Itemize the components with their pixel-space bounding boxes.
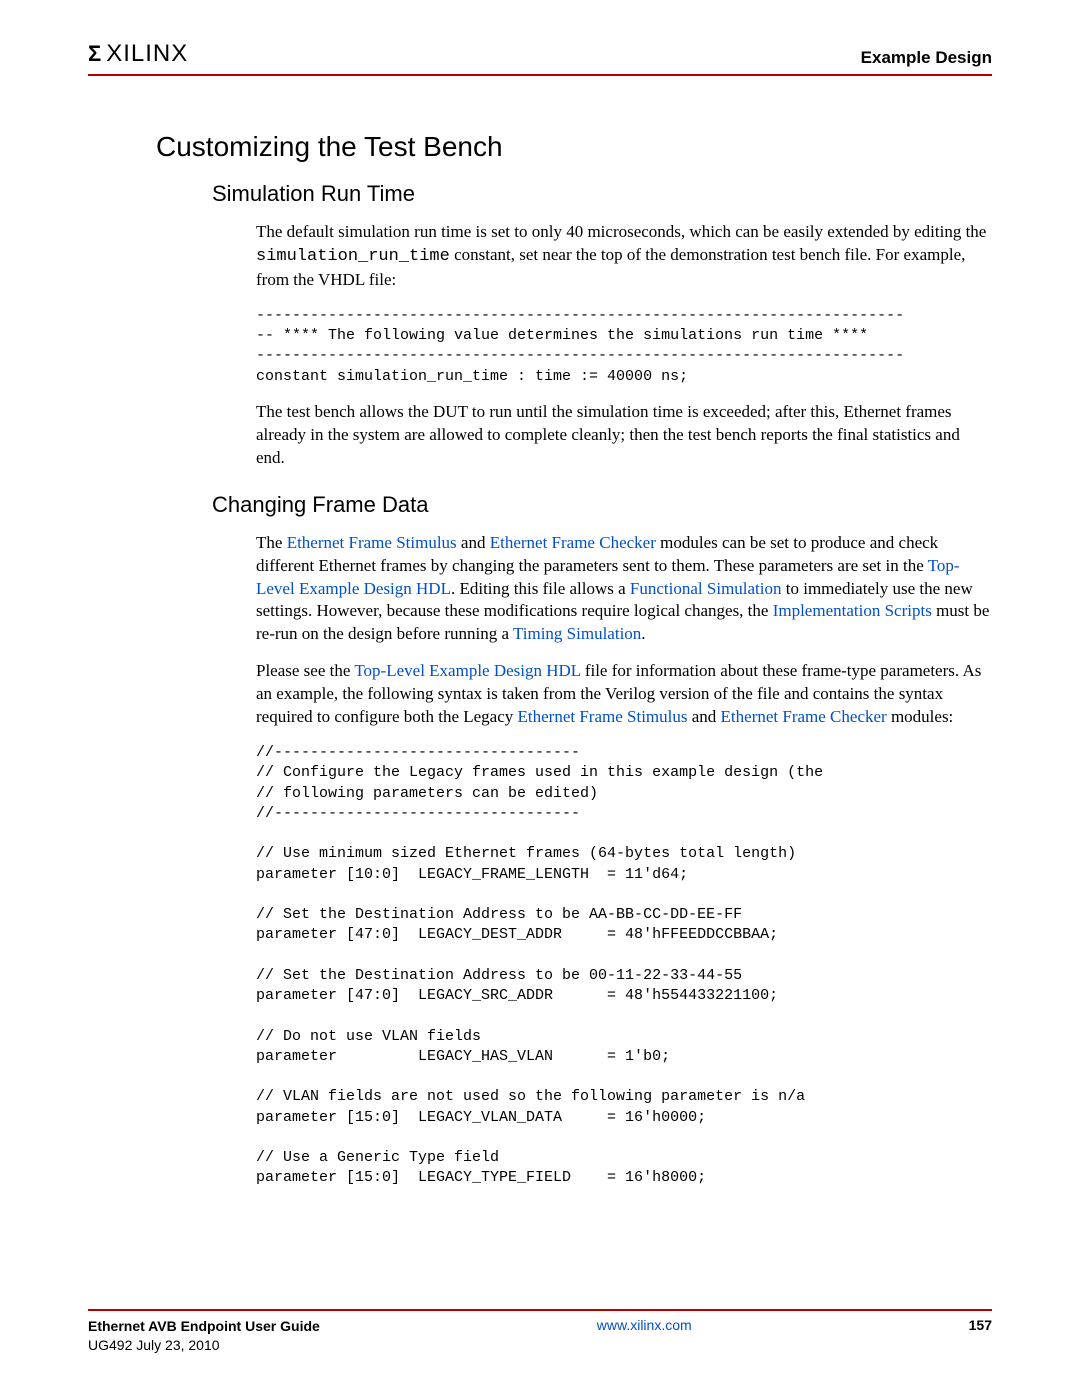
- text: and: [688, 707, 721, 726]
- vhdl-code-block: ----------------------------------------…: [256, 306, 992, 387]
- cfd-paragraph-1: The Ethernet Frame Stimulus and Ethernet…: [256, 532, 992, 647]
- section-title: Customizing the Test Bench: [156, 131, 992, 163]
- changing-frame-data-body: The Ethernet Frame Stimulus and Ethernet…: [256, 532, 992, 1189]
- link-ethernet-frame-stimulus-2[interactable]: Ethernet Frame Stimulus: [518, 707, 688, 726]
- text: .: [641, 624, 645, 643]
- page-content: Customizing the Test Bench Simulation Ru…: [88, 76, 992, 1189]
- footer-url-link[interactable]: www.xilinx.com: [597, 1317, 692, 1333]
- link-ethernet-frame-checker-2[interactable]: Ethernet Frame Checker: [721, 707, 887, 726]
- link-functional-simulation[interactable]: Functional Simulation: [630, 579, 782, 598]
- footer-page-number: 157: [969, 1317, 992, 1333]
- link-ethernet-frame-checker[interactable]: Ethernet Frame Checker: [490, 533, 656, 552]
- text: Please see the: [256, 661, 354, 680]
- footer-guide-title: Ethernet AVB Endpoint User Guide: [88, 1317, 320, 1336]
- text: The default simulation run time is set t…: [256, 222, 986, 241]
- logo-mark-icon: Σ: [88, 41, 100, 67]
- brand-logo: Σ XILINX: [88, 40, 188, 68]
- link-top-level-example-design-hdl-2[interactable]: Top-Level Example Design HDL: [354, 661, 580, 680]
- verilog-code-block: //---------------------------------- // …: [256, 743, 992, 1189]
- simulation-run-time-body: The default simulation run time is set t…: [256, 221, 992, 470]
- cfd-paragraph-2: Please see the Top-Level Example Design …: [256, 660, 992, 729]
- link-ethernet-frame-stimulus[interactable]: Ethernet Frame Stimulus: [287, 533, 457, 552]
- link-implementation-scripts[interactable]: Implementation Scripts: [773, 601, 932, 620]
- link-timing-simulation[interactable]: Timing Simulation: [513, 624, 641, 643]
- footer-left: Ethernet AVB Endpoint User Guide UG492 J…: [88, 1317, 320, 1355]
- sim-paragraph-1: The default simulation run time is set t…: [256, 221, 992, 292]
- text: . Editing this file allows a: [451, 579, 630, 598]
- text: and: [457, 533, 490, 552]
- logo-text: XILINX: [106, 40, 188, 68]
- subsection-changing-frame-data: Changing Frame Data: [212, 492, 992, 518]
- header-bar: Σ XILINX Example Design: [88, 40, 992, 76]
- sim-paragraph-2: The test bench allows the DUT to run unt…: [256, 401, 992, 470]
- inline-code: simulation_run_time: [256, 247, 450, 266]
- subsection-simulation-run-time: Simulation Run Time: [212, 181, 992, 207]
- footer-center: www.xilinx.com: [320, 1317, 969, 1333]
- text: modules:: [887, 707, 954, 726]
- chapter-label: Example Design: [861, 48, 992, 68]
- text: The: [256, 533, 287, 552]
- footer-doc-line: UG492 July 23, 2010: [88, 1336, 320, 1355]
- page-footer: Ethernet AVB Endpoint User Guide UG492 J…: [88, 1309, 992, 1355]
